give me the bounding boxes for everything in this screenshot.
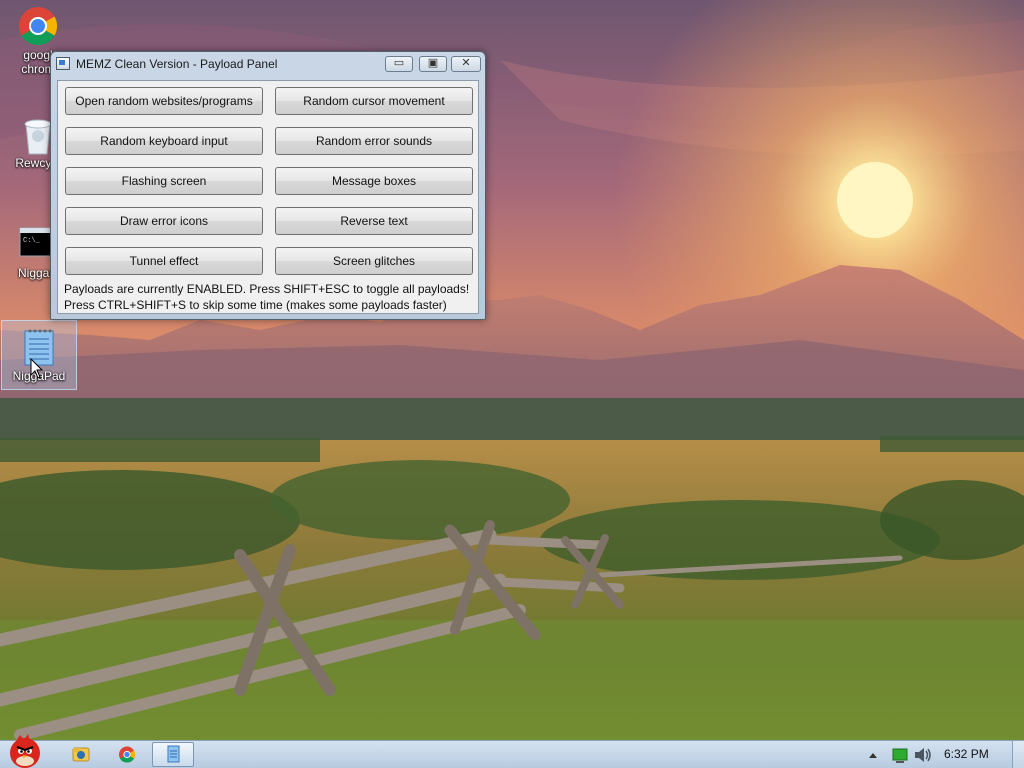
taskbar-pinned-notepad[interactable]	[152, 742, 194, 767]
skip-time-hint-text: Press CTRL+SHIFT+S to skip some time (ma…	[64, 298, 447, 312]
minimize-button[interactable]: ▭	[385, 56, 413, 72]
network-icon[interactable]	[890, 741, 910, 768]
show-hidden-icons-icon[interactable]	[866, 741, 880, 768]
speaker-icon[interactable]	[912, 741, 934, 768]
window-title: MEMZ Clean Version - Payload Panel	[76, 57, 278, 71]
taskbar-pinned-explorer[interactable]	[60, 742, 102, 767]
payload-button-reverse-text[interactable]: Reverse text	[275, 207, 473, 235]
notepad-icon	[167, 745, 180, 763]
mouse-cursor-icon	[30, 357, 44, 380]
payload-button-flashing-screen[interactable]: Flashing screen	[65, 167, 263, 195]
payload-button-error-sounds[interactable]: Random error sounds	[275, 127, 473, 155]
taskbar-clock[interactable]: 6:32 PM	[944, 747, 989, 761]
taskbar: 6:32 PM	[0, 734, 1024, 768]
payload-button-cursor-movement[interactable]: Random cursor movement	[275, 87, 473, 115]
payload-button-message-boxes[interactable]: Message boxes	[275, 167, 473, 195]
payload-button-open-websites[interactable]: Open random websites/programs	[65, 87, 263, 115]
app-window-icon	[56, 57, 70, 70]
taskbar-pinned-chrome[interactable]	[106, 742, 148, 767]
payload-status-text: Payloads are currently ENABLED. Press SH…	[64, 282, 470, 296]
explorer-icon	[72, 747, 90, 762]
angry-bird-start-icon[interactable]	[2, 731, 48, 768]
payload-button-draw-error-icons[interactable]: Draw error icons	[65, 207, 263, 235]
payload-button-tunnel-effect[interactable]: Tunnel effect	[65, 247, 263, 275]
payload-panel-window: MEMZ Clean Version - Payload Panel ▭ ▣ ✕…	[50, 51, 486, 320]
chrome-icon	[119, 746, 136, 763]
show-desktop-button[interactable]	[1012, 741, 1024, 768]
payload-button-screen-glitches[interactable]: Screen glitches	[275, 247, 473, 275]
payload-button-keyboard-input[interactable]: Random keyboard input	[65, 127, 263, 155]
payload-panel-client: Open random websites/programs Random cur…	[57, 80, 479, 314]
close-button[interactable]: ✕	[451, 56, 481, 72]
window-titlebar[interactable]: MEMZ Clean Version - Payload Panel ▭ ▣ ✕	[51, 52, 485, 76]
svg-text:C:\_: C:\_	[23, 237, 41, 245]
chrome-icon	[18, 6, 58, 46]
maximize-button[interactable]: ▣	[419, 56, 447, 72]
